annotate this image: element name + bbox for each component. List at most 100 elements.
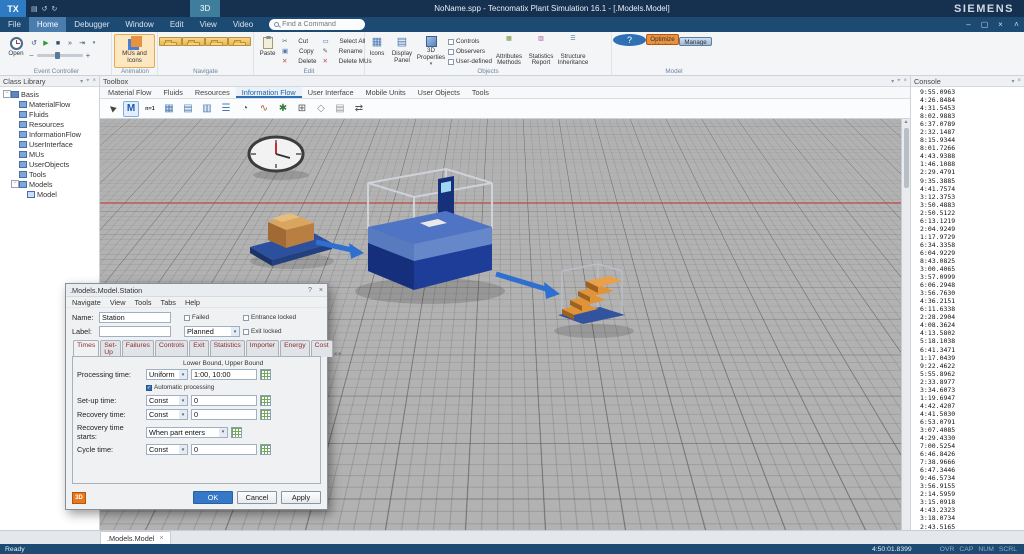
checkbox-checked-icon[interactable]	[146, 385, 152, 391]
stop-simulation-icon[interactable]: ■	[53, 38, 63, 48]
open-table-icon[interactable]	[260, 444, 271, 455]
entrance-locked-checkbox[interactable]: Entrance locked	[243, 313, 296, 322]
expander-icon[interactable]	[11, 120, 19, 128]
help-icon[interactable]: ?	[308, 287, 312, 294]
tree-item[interactable]: Fluids	[0, 109, 99, 119]
toolbox-tool-icon[interactable]	[199, 101, 215, 117]
expander-icon[interactable]	[11, 100, 19, 108]
tree-item[interactable]: Basis	[0, 89, 99, 99]
tab-scroll-left-icon[interactable]: ◂	[334, 350, 337, 357]
dialog-menu-item[interactable]: View	[110, 298, 126, 307]
dialog-tab[interactable]: Cost	[311, 340, 333, 357]
model-button[interactable]: Optimize Model	[646, 34, 679, 45]
toolbox-tab[interactable]: Tools	[466, 87, 495, 98]
toolbox-tab[interactable]: User Interface	[302, 87, 360, 98]
processing-value-field[interactable]	[191, 369, 257, 380]
ribbon-tab[interactable]: Debugger	[66, 17, 117, 32]
toolbox-tab[interactable]: User Objects	[412, 87, 466, 98]
expander-icon[interactable]	[11, 140, 19, 148]
edit-small-button[interactable]: Cut	[282, 37, 316, 46]
toolbox-tab[interactable]: Fluids	[157, 87, 188, 98]
panel-menu-icon[interactable]: ▾	[891, 78, 894, 85]
scroll-thumb[interactable]	[904, 128, 909, 188]
toolbox-tool-icon[interactable]	[351, 101, 367, 117]
tree-item[interactable]: Resources	[0, 119, 99, 129]
undo-icon[interactable]: ↺	[42, 5, 48, 13]
station-dialog[interactable]: .Models.Model.Station ? × NavigateViewTo…	[65, 283, 328, 510]
minimize-button[interactable]: –	[961, 17, 976, 32]
speed-track[interactable]	[37, 54, 83, 57]
recovery-value-field[interactable]	[191, 409, 257, 420]
tree-item[interactable]: Tools	[0, 169, 99, 179]
search-input[interactable]	[282, 21, 360, 28]
redo-icon[interactable]: ↻	[52, 5, 58, 13]
toolbox-tool-icon[interactable]	[275, 101, 291, 117]
viewport-scrollbar[interactable]: ▲	[901, 119, 910, 530]
processing-mode-dropdown[interactable]: Uniform▾	[146, 369, 188, 380]
planned-dropdown[interactable]: Planned▾	[184, 326, 240, 337]
navigate-button[interactable]: Open Location	[159, 37, 182, 46]
toolbox-tool-icon[interactable]	[142, 101, 158, 117]
open-table-icon[interactable]	[231, 427, 242, 438]
tree-item[interactable]: MUs	[0, 149, 99, 159]
tree-item[interactable]: Models	[0, 179, 99, 189]
collapse-ribbon-icon[interactable]: ˄	[1009, 17, 1024, 32]
ribbon-tab[interactable]: Window	[117, 17, 161, 32]
toolbox-tool-icon[interactable]	[123, 101, 139, 117]
slower-icon[interactable]: −	[29, 51, 34, 60]
3d-badge[interactable]: 3D	[72, 492, 86, 504]
ribbon-tab[interactable]: File	[0, 17, 29, 32]
toolbox-tab[interactable]: Information Flow	[236, 87, 302, 98]
apply-button[interactable]: Apply	[281, 491, 321, 504]
tree-item[interactable]: InformationFlow	[0, 129, 99, 139]
toolbox-tab[interactable]: Mobile Units	[360, 87, 412, 98]
expander-icon[interactable]	[11, 170, 19, 178]
checkbox-icon[interactable]	[448, 49, 454, 55]
ok-button[interactable]: OK	[193, 491, 233, 504]
drain-stairs-3d[interactable]	[554, 264, 634, 338]
checkbox-icon[interactable]	[448, 59, 454, 65]
mus-and-icons-button[interactable]: MUs and Icons	[114, 34, 155, 68]
checkbox-icon[interactable]	[243, 329, 249, 335]
navigate-button[interactable]: Open 2D/3D	[228, 37, 251, 46]
automatic-processing-checkbox[interactable]: Automatic processing	[146, 383, 214, 392]
checkbox-icon[interactable]	[448, 39, 454, 45]
setup-mode-dropdown[interactable]: Const▾	[146, 395, 188, 406]
step-simulation-icon[interactable]: »	[65, 38, 75, 48]
document-tab[interactable]: .Models.Model ×	[100, 531, 171, 544]
toolbox-tool-icon[interactable]	[180, 101, 196, 117]
model-button[interactable]: Manage Class Library	[679, 37, 712, 46]
close-panel-icon[interactable]: ×	[1017, 78, 1021, 85]
object-button[interactable]: Statistics Report	[525, 34, 557, 68]
command-search[interactable]	[269, 19, 365, 30]
model-button[interactable]: Context Help	[613, 34, 646, 46]
cycle-value-field[interactable]	[191, 444, 257, 455]
dialog-tab[interactable]: Statistics	[210, 340, 245, 357]
ribbon-tab[interactable]: Home	[29, 17, 66, 32]
expander-icon[interactable]	[11, 130, 19, 138]
dialog-menu-item[interactable]: Help	[185, 298, 200, 307]
ribbon-tab[interactable]: Video	[225, 17, 261, 32]
cancel-button[interactable]: Cancel	[237, 491, 277, 504]
dialog-tab[interactable]: Energy	[280, 340, 310, 357]
faster-icon[interactable]: +	[86, 51, 91, 60]
object-checkbox[interactable]: Observers	[448, 47, 493, 56]
event-controller-clock-3d[interactable]	[249, 137, 309, 180]
close-panel-icon[interactable]: ×	[903, 78, 907, 85]
toolbox-tab[interactable]: Resources	[189, 87, 236, 98]
dialog-menu-item[interactable]: Tabs	[161, 298, 176, 307]
expander-icon[interactable]	[11, 180, 19, 188]
label-field[interactable]	[99, 326, 171, 337]
restore-button[interactable]: ▢	[977, 17, 992, 32]
dialog-close-icon[interactable]: ×	[319, 287, 323, 294]
contextual-tab-3d[interactable]: 3D	[190, 0, 220, 17]
open-event-controller-button[interactable]: Open	[3, 34, 29, 68]
toolbox-tool-icon[interactable]	[161, 101, 177, 117]
tab-scroll-right-icon[interactable]: ▸	[339, 350, 342, 357]
expander-icon[interactable]	[11, 160, 19, 168]
dialog-tab[interactable]: Failures	[122, 340, 154, 357]
panel-menu-icon[interactable]: ▾	[80, 78, 83, 85]
toolbox-tool-icon[interactable]	[237, 101, 253, 117]
expander-icon[interactable]	[19, 190, 27, 198]
checkbox-icon[interactable]	[243, 315, 249, 321]
